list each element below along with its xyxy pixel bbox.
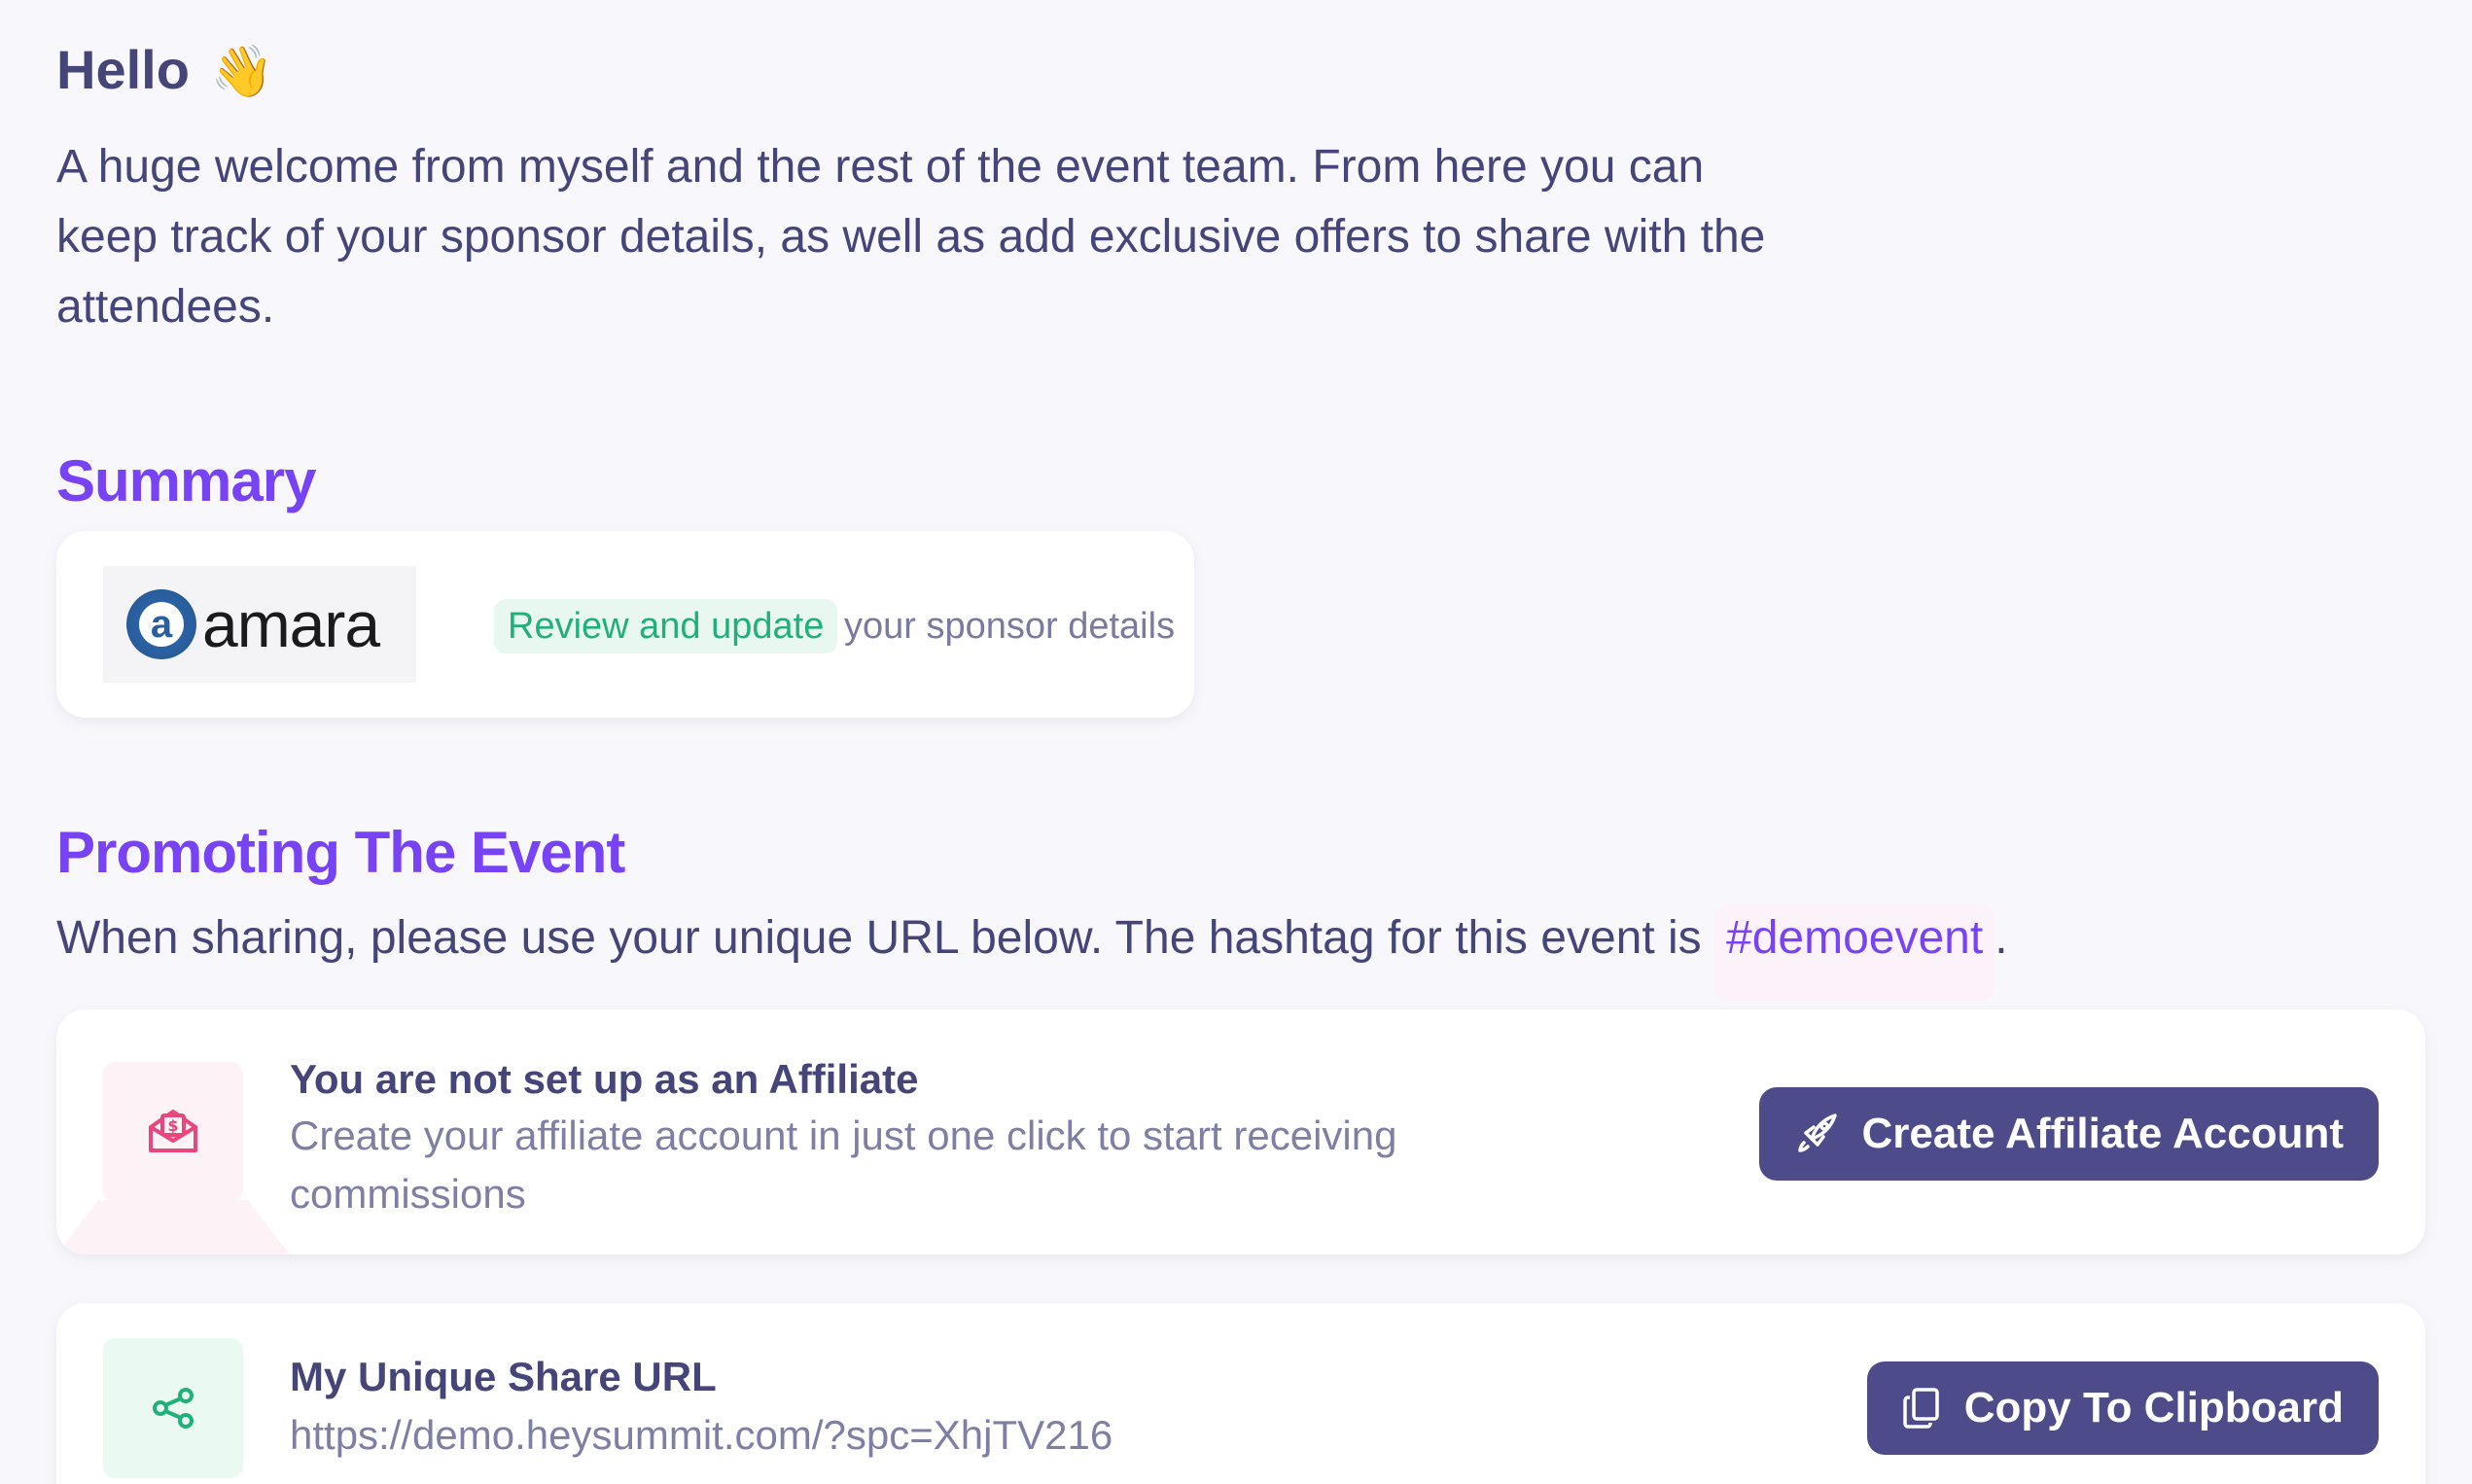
share-url-value: https://demo.heysummit.com/?spc=XhjTV216 bbox=[290, 1412, 1113, 1458]
affiliate-subtitle: Create your affiliate account in just on… bbox=[290, 1113, 1397, 1217]
affiliate-card: $ You are not set up as an Affiliate Cre… bbox=[56, 1009, 2425, 1254]
sponsor-logo: a amara bbox=[103, 566, 416, 683]
share-icon bbox=[153, 1388, 194, 1429]
sharing-text: When sharing, please use your unique URL… bbox=[56, 912, 1702, 964]
waving-hand-icon: 👋 bbox=[210, 44, 274, 100]
review-sponsor-link[interactable]: Review and update bbox=[494, 599, 838, 654]
greeting: Hello 👋 bbox=[56, 35, 273, 107]
share-url-card: My Unique Share URL https://demo.heysumm… bbox=[56, 1303, 2425, 1484]
envelope-dollar-icon: $ bbox=[149, 1110, 197, 1152]
svg-text:$: $ bbox=[167, 1116, 178, 1135]
share-url-title: My Unique Share URL bbox=[290, 1354, 717, 1399]
summary-card: a amara Review and update your sponsor d… bbox=[56, 531, 1194, 718]
create-affiliate-account-button[interactable]: Create Affiliate Account bbox=[1758, 1087, 2379, 1181]
clipboard-icon bbox=[1902, 1388, 1939, 1429]
review-tail-text: your sponsor details bbox=[844, 606, 1176, 647]
sharing-period: . bbox=[1995, 912, 2008, 964]
copy-to-clipboard-label: Copy To Clipboard bbox=[1963, 1384, 2344, 1431]
summary-heading: Summary bbox=[56, 448, 316, 513]
copy-to-clipboard-button[interactable]: Copy To Clipboard bbox=[1866, 1361, 2379, 1455]
rocket-icon bbox=[1797, 1113, 1837, 1152]
sponsor-wordmark: amara bbox=[202, 588, 380, 660]
affiliate-title: You are not set up as an Affiliate bbox=[290, 1056, 919, 1102]
create-affiliate-label: Create Affiliate Account bbox=[1861, 1110, 2345, 1157]
share-icon-tile bbox=[103, 1338, 243, 1478]
event-hashtag: #demoevent bbox=[1714, 904, 1995, 1002]
intro-paragraph: A huge welcome from myself and the rest … bbox=[56, 141, 1766, 333]
greeting-text: Hello bbox=[56, 39, 190, 100]
affiliate-tile-flare bbox=[56, 1200, 290, 1254]
amara-logo-icon: a bbox=[126, 589, 196, 659]
affiliate-icon-tile: $ bbox=[103, 1062, 243, 1202]
sharing-instructions: When sharing, please use your unique URL… bbox=[56, 904, 2008, 1002]
promoting-heading: Promoting The Event bbox=[56, 820, 625, 885]
